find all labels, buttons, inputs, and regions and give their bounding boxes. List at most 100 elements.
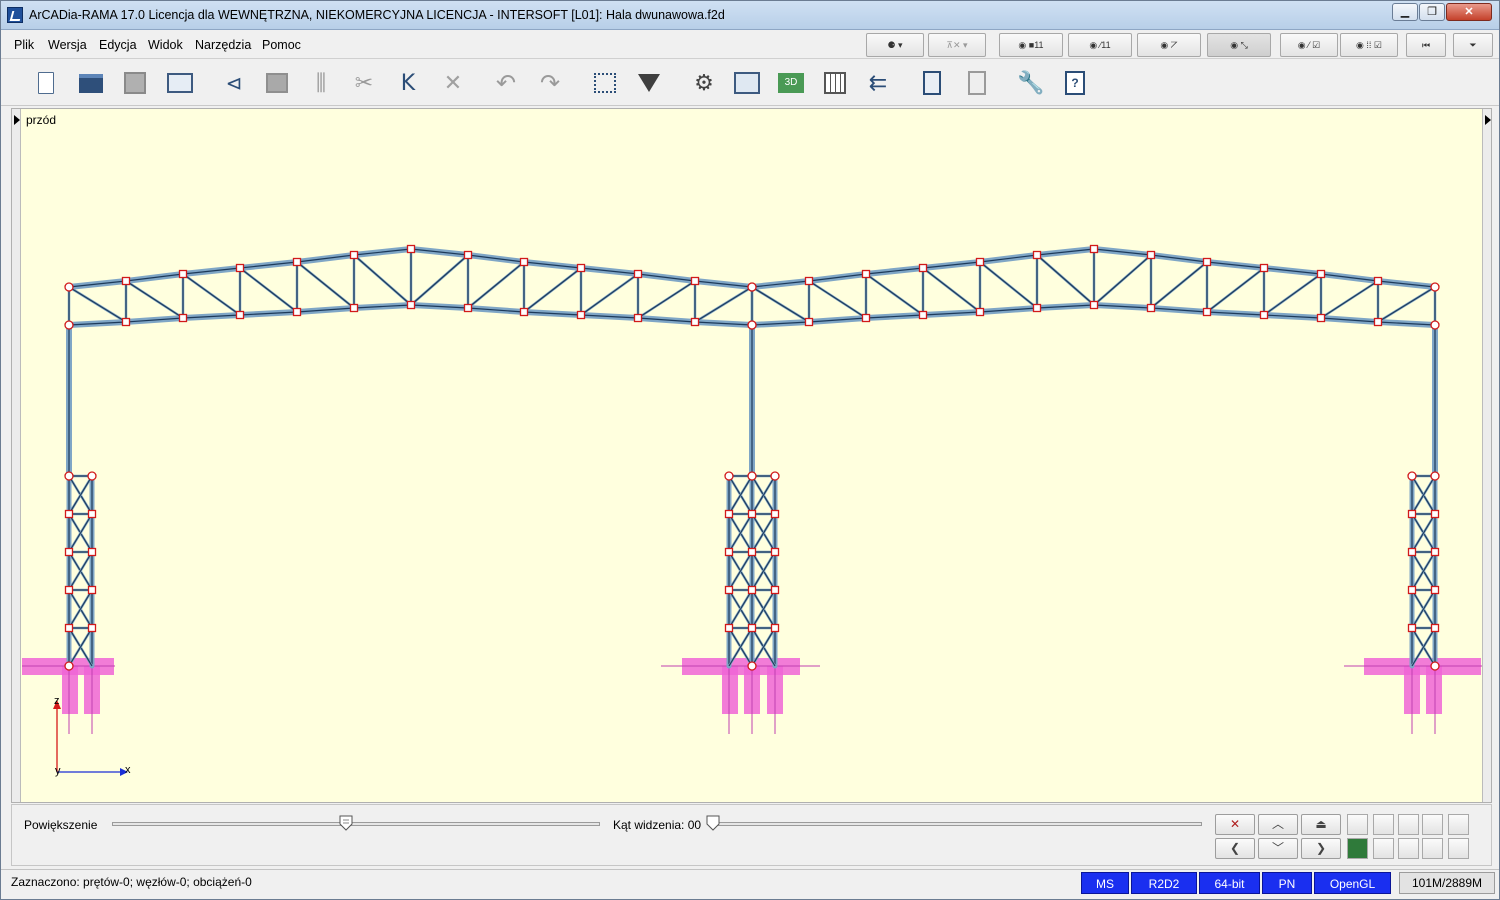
node[interactable] — [87, 623, 97, 633]
node[interactable] — [633, 313, 643, 323]
node[interactable] — [64, 320, 74, 330]
view-grid-icon[interactable] — [1422, 814, 1443, 835]
node[interactable] — [235, 310, 245, 320]
view-cross-icon[interactable] — [1373, 838, 1394, 859]
node[interactable] — [975, 307, 985, 317]
node[interactable] — [1407, 547, 1417, 557]
show-axes-icon[interactable]: ◉ ⦢ — [1137, 33, 1201, 57]
show-loads-icon[interactable]: ◉ ⤡ — [1207, 33, 1271, 57]
node[interactable] — [576, 310, 586, 320]
close-button[interactable]: ✕ — [1446, 3, 1492, 21]
menu-plik[interactable]: Plik — [14, 38, 34, 52]
node[interactable] — [724, 585, 734, 595]
maximize-button[interactable]: ❐ — [1419, 3, 1445, 21]
node[interactable] — [1316, 269, 1326, 279]
view-angle-slider-thumb[interactable] — [706, 815, 720, 831]
view-render-icon[interactable] — [1347, 838, 1368, 859]
node[interactable] — [1259, 263, 1269, 273]
show-bar-numbers-icon[interactable]: ◉ ⁄11 — [1068, 33, 1132, 57]
node[interactable] — [1032, 303, 1042, 313]
view-monitor-icon[interactable] — [1347, 814, 1368, 835]
node[interactable] — [690, 276, 700, 286]
node[interactable] — [1407, 509, 1417, 519]
node[interactable] — [1407, 585, 1417, 595]
node[interactable] — [64, 471, 74, 481]
node[interactable] — [1089, 300, 1099, 310]
zoom-slider[interactable] — [112, 822, 600, 826]
node[interactable] — [804, 317, 814, 327]
delete-icon[interactable]: ✕ — [438, 68, 468, 98]
node[interactable] — [463, 303, 473, 313]
node[interactable] — [747, 585, 757, 595]
open-folder-icon[interactable] — [76, 68, 106, 98]
node[interactable] — [64, 661, 74, 671]
menu-edycja[interactable]: Edycja — [99, 38, 137, 52]
node[interactable] — [861, 269, 871, 279]
mesh-icon[interactable]: ⚙ — [689, 68, 719, 98]
view-3d-icon[interactable]: 3D — [776, 68, 806, 98]
view-pen-icon[interactable] — [1448, 838, 1469, 859]
node[interactable] — [178, 313, 188, 323]
redo-icon[interactable]: ↷ — [535, 68, 565, 98]
node[interactable] — [178, 269, 188, 279]
node[interactable] — [519, 307, 529, 317]
filter-dot-icon[interactable]: ⚈ ▾ — [866, 33, 924, 57]
results-icon[interactable]: ⇇ — [863, 68, 893, 98]
node[interactable] — [1373, 317, 1383, 327]
node[interactable] — [64, 282, 74, 292]
title-bar[interactable]: ArCADia-RAMA 17.0 Licencja dla WEWNĘTRZN… — [1, 1, 1499, 30]
new-file-icon[interactable] — [31, 68, 61, 98]
show-node-numbers-icon[interactable]: ◉ ■11 — [999, 33, 1063, 57]
node[interactable] — [64, 547, 74, 557]
node[interactable] — [1407, 471, 1417, 481]
nav-right-button[interactable]: ❯ — [1301, 838, 1341, 859]
node[interactable] — [1146, 303, 1156, 313]
node[interactable] — [87, 547, 97, 557]
copy-icon[interactable] — [262, 68, 292, 98]
node[interactable] — [1430, 471, 1440, 481]
nav-reset-button[interactable]: ✕ — [1215, 814, 1255, 835]
node[interactable] — [64, 509, 74, 519]
node[interactable] — [1430, 661, 1440, 671]
save-icon[interactable] — [120, 68, 150, 98]
settings-wrench-icon[interactable]: 🔧 — [1016, 68, 1046, 98]
menu-pomoc[interactable]: Pomoc — [262, 38, 301, 52]
node[interactable] — [770, 547, 780, 557]
node[interactable] — [1373, 276, 1383, 286]
show-bar-check-icon[interactable]: ◉ ⁄ ☑ — [1280, 33, 1338, 57]
add-bar-icon[interactable]: K — [393, 68, 423, 98]
section-icon[interactable] — [732, 68, 762, 98]
node[interactable] — [1430, 282, 1440, 292]
view-fit-icon[interactable] — [1448, 814, 1469, 835]
view-window-icon[interactable] — [1373, 814, 1394, 835]
node[interactable] — [576, 263, 586, 273]
nav-down-button[interactable]: ﹀ — [1258, 838, 1298, 859]
node[interactable] — [87, 471, 97, 481]
select-window-icon[interactable] — [590, 68, 620, 98]
minimize-button[interactable]: ▁ — [1392, 3, 1418, 21]
frame-drawing[interactable]: z y x — [12, 109, 1491, 802]
node[interactable] — [463, 250, 473, 260]
node[interactable] — [861, 313, 871, 323]
view-wand-icon[interactable] — [1422, 838, 1443, 859]
node[interactable] — [804, 276, 814, 286]
node[interactable] — [770, 471, 780, 481]
node[interactable] — [64, 623, 74, 633]
report-icon[interactable] — [962, 68, 992, 98]
undo-icon[interactable]: ↶ — [491, 68, 521, 98]
calculator-icon[interactable] — [917, 68, 947, 98]
nav-lock-button[interactable]: ⏏ — [1301, 814, 1341, 835]
view-select-icon[interactable] — [1398, 838, 1419, 859]
node[interactable] — [87, 509, 97, 519]
node[interactable] — [747, 282, 757, 292]
add-node-icon[interactable]: ⊲ — [219, 68, 249, 98]
zoom-slider-thumb[interactable] — [339, 815, 353, 831]
node[interactable] — [1430, 509, 1440, 519]
table-icon[interactable] — [820, 68, 850, 98]
node[interactable] — [1202, 257, 1212, 267]
node[interactable] — [918, 310, 928, 320]
node[interactable] — [1146, 250, 1156, 260]
node[interactable] — [349, 250, 359, 260]
node[interactable] — [1430, 585, 1440, 595]
node[interactable] — [975, 257, 985, 267]
